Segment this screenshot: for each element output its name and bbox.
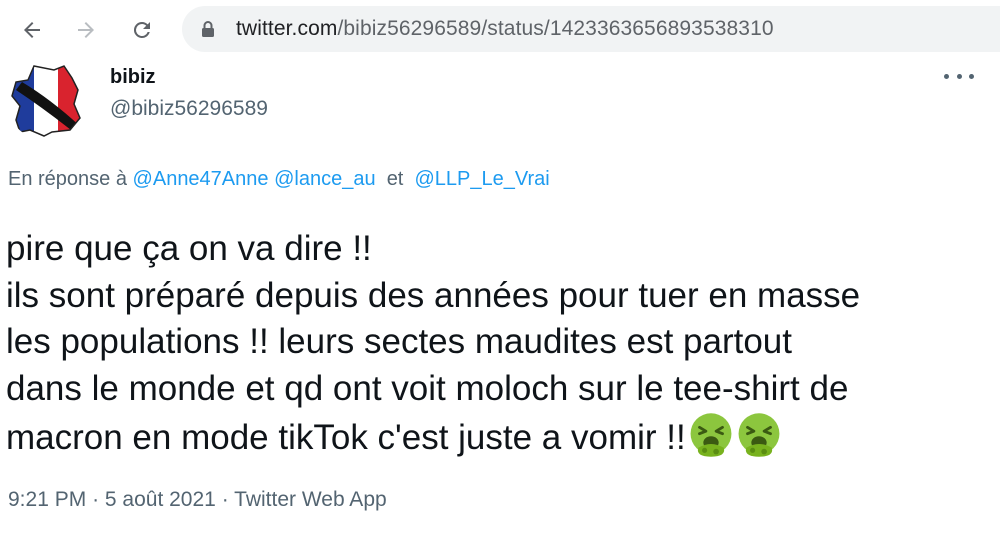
tweet-source[interactable]: Twitter Web App	[234, 488, 387, 511]
mention-link[interactable]: @LLP_Le_Vrai	[415, 168, 550, 190]
tweet-text-line: ils sont préparé depuis des années pour …	[6, 275, 861, 315]
display-name[interactable]: bibiz	[110, 66, 156, 89]
back-arrow-icon[interactable]	[16, 14, 48, 46]
more-dot	[944, 73, 949, 79]
url-text[interactable]: twitter.com/bibiz56296589/status/1423363…	[236, 17, 774, 41]
tweet-text: pire que ça on va dire !! ils sont prépa…	[6, 226, 996, 462]
reply-conjunction: et	[386, 168, 404, 190]
reload-icon[interactable]	[126, 14, 158, 46]
more-dot	[956, 73, 962, 79]
vomiting-face-emoji	[690, 413, 732, 457]
user-handle[interactable]: @bibiz56296589	[110, 97, 268, 121]
tweet-text-last-line: macron en mode tikTok c'est juste a vomi…	[6, 412, 996, 462]
url-host: twitter.com	[236, 17, 338, 40]
reply-prefix: En réponse à	[8, 168, 127, 190]
browser-toolbar: twitter.com/bibiz56296589/status/1423363…	[0, 0, 1000, 62]
lock-icon[interactable]	[200, 19, 216, 39]
mention-link[interactable]: @lance_au	[274, 168, 375, 190]
tweet-text-line: dans le monde et qd ont voit moloch sur …	[6, 368, 849, 408]
address-bar[interactable]: twitter.com/bibiz56296589/status/1423363…	[182, 6, 1000, 52]
tweet-time[interactable]: 9:21 PM	[8, 488, 86, 511]
tweet-text-line: les populations !! leurs sectes maudites…	[6, 322, 792, 361]
mention-link[interactable]: @Anne47Anne	[133, 168, 269, 190]
url-path: /bibiz56296589/status/142336365689353831…	[337, 17, 774, 40]
forward-arrow-icon[interactable]	[70, 14, 102, 46]
separator: ·	[92, 488, 100, 511]
tweet-date[interactable]: 5 août 2021	[105, 488, 216, 511]
tweet-text-line: pire que ça on va dire !!	[6, 229, 372, 268]
vomiting-face-emoji	[738, 413, 780, 457]
avatar[interactable]	[6, 60, 86, 140]
tweet-meta: 9:21 PM · 5 août 2021 · Twitter Web App	[8, 488, 387, 512]
more-options-icon[interactable]	[944, 66, 974, 86]
tweet-text-line: macron en mode tikTok c'est juste a vomi…	[6, 418, 686, 457]
more-dot	[969, 73, 974, 79]
reply-context: En réponse à @Anne47Anne @lance_au et @L…	[8, 168, 550, 191]
separator: ·	[221, 488, 229, 511]
